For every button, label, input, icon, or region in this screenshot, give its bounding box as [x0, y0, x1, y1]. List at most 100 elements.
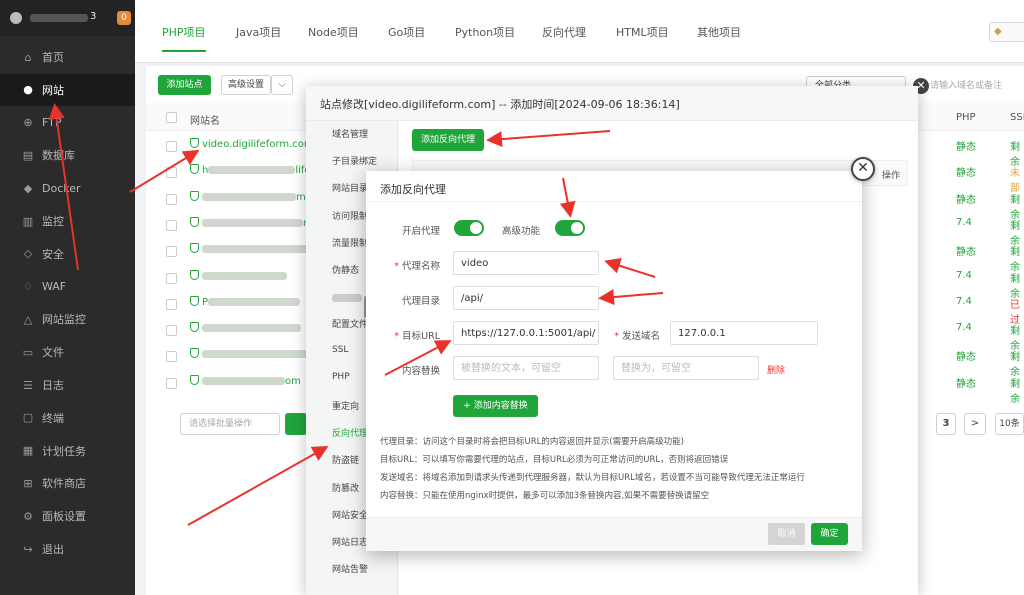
proxy-name-input[interactable]: video [453, 251, 599, 275]
confirm-button[interactable]: 确定 [811, 523, 848, 545]
row-checkbox[interactable] [166, 167, 177, 179]
tab-python[interactable]: Python项目 [455, 24, 515, 40]
sidebar-item-13[interactable]: ⊞ 软件商店 [0, 467, 135, 499]
send-domain-input[interactable]: 127.0.0.1 [670, 321, 818, 345]
row-checkbox[interactable] [166, 246, 177, 258]
php-version[interactable]: 静态 [956, 138, 976, 153]
site-nav-item[interactable]: 防盗链 [332, 453, 359, 466]
tab-html[interactable]: HTML项目 [616, 24, 669, 40]
row-checkbox[interactable] [166, 325, 177, 337]
site-nav-item[interactable]: 域名管理 [332, 127, 368, 140]
php-version[interactable]: 7.4 [956, 296, 972, 307]
sidebar-item-4[interactable]: ◆ Docker [0, 172, 135, 204]
sidebar-item-10[interactable]: ☰ 日志 [0, 369, 135, 401]
site-nav-item[interactable]: 配置文件 [332, 317, 368, 330]
sidebar-item-2[interactable]: ⊕ FTP [0, 107, 135, 139]
add-site-button[interactable]: 添加站点 [158, 75, 211, 95]
php-version[interactable]: 静态 [956, 164, 976, 179]
site-nav-item[interactable]: 防篡改 [332, 481, 359, 494]
php-version[interactable]: 7.4 [956, 322, 972, 333]
tab-go[interactable]: Go项目 [388, 24, 425, 40]
table-row-site[interactable]: video.digilifeform.com [190, 138, 314, 150]
site-nav-item[interactable] [332, 294, 362, 303]
sidebar-item-7[interactable]: ♢ WAF [0, 271, 135, 303]
site-name[interactable]: video.digilifeform.com [202, 139, 314, 150]
replace-to-input[interactable]: 替换为，可留空 [613, 356, 759, 380]
per-page-select[interactable]: 10条 [995, 413, 1024, 435]
sidebar-item-14[interactable]: ⚙ 面板设置 [0, 500, 135, 532]
site-nav-item[interactable]: PHP [332, 372, 350, 382]
host-mask [30, 14, 88, 22]
php-version[interactable]: 静态 [956, 243, 976, 258]
chevron-down-icon[interactable]: ⌵ [271, 75, 293, 95]
site-nav-item[interactable]: 网站目录 [332, 181, 368, 194]
row-checkbox[interactable] [166, 377, 177, 389]
site-nav-item[interactable]: SSL [332, 345, 348, 355]
sidebar-item-12[interactable]: ▦ 计划任务 [0, 435, 135, 467]
tab-php[interactable]: PHP项目 [162, 24, 206, 40]
target-url-input[interactable]: https://127.0.0.1:5001/api/ [453, 321, 599, 345]
row-checkbox[interactable] [166, 351, 177, 363]
site-nav-item[interactable]: 流量限制 [332, 236, 368, 249]
enable-proxy-toggle[interactable] [454, 220, 484, 236]
php-version[interactable]: 静态 [956, 348, 976, 363]
table-row-site[interactable] [190, 322, 301, 334]
table-row-site[interactable] [190, 269, 287, 282]
sidebar-item-5[interactable]: ▥ 监控 [0, 205, 135, 237]
ssl-status[interactable]: 剩余 [1010, 375, 1024, 405]
site-nav-item[interactable]: 伪静态 [332, 263, 359, 276]
php-version[interactable]: 静态 [956, 191, 976, 206]
page-3[interactable]: 3 [936, 413, 956, 435]
add-content-replace-button[interactable]: + 添加内容替换 [453, 395, 538, 417]
cancel-button[interactable]: 取消 [768, 523, 805, 545]
sidebar-item-3[interactable]: ▤ 数据库 [0, 139, 135, 171]
advanced-toggle[interactable] [555, 220, 585, 236]
proxy-dir-input[interactable]: /api/ [453, 286, 599, 310]
tab-other[interactable]: 其他项目 [697, 24, 741, 40]
row-checkbox[interactable] [166, 272, 177, 284]
tab-node[interactable]: Node项目 [308, 24, 359, 40]
site-nav-item[interactable]: 重定向 [332, 399, 359, 412]
tab-reverse-proxy[interactable]: 反向代理 [542, 24, 586, 40]
table-row-site[interactable]: m.c [190, 190, 314, 203]
sidebar-item-6[interactable]: ◇ 安全 [0, 238, 135, 270]
batch-select[interactable]: 请选择批量操作 [180, 413, 280, 435]
sidebar-item-9[interactable]: ▭ 文件 [0, 336, 135, 368]
search-input[interactable]: 请输入域名或备注 [930, 78, 1002, 91]
site-nav-item[interactable]: 网站日志 [332, 535, 368, 548]
row-checkbox[interactable] [166, 193, 177, 205]
tab-java[interactable]: Java项目 [236, 24, 281, 40]
table-row-site[interactable]: P [190, 295, 301, 308]
table-row-site[interactable]: m [190, 216, 313, 229]
select-all-checkbox[interactable] [166, 112, 177, 123]
notification-badge[interactable]: 0 [117, 11, 131, 25]
sidebar-item-8[interactable]: △ 网站监控 [0, 303, 135, 335]
page-next[interactable]: > [964, 413, 986, 435]
php-version[interactable]: 静态 [956, 375, 976, 390]
add-reverse-proxy-button[interactable]: 添加反向代理 [412, 129, 484, 151]
row-checkbox[interactable] [166, 219, 177, 231]
sidebar-item-15[interactable]: ↪ 退出 [0, 533, 135, 565]
advanced-settings-button[interactable]: 高级设置 [221, 75, 271, 95]
table-row-site[interactable] [190, 243, 310, 255]
logout-icon: ↪ [23, 542, 33, 556]
site-nav-item[interactable]: 访问限制 [332, 209, 368, 222]
sidebar-item-0[interactable]: ⌂ 首页 [0, 41, 135, 73]
row-checkbox[interactable] [166, 298, 177, 310]
site-nav-item[interactable]: 网站安全 [332, 508, 368, 521]
site-nav-item[interactable]: 网站告警 [332, 562, 368, 575]
row-checkbox[interactable] [166, 141, 177, 152]
table-row-site[interactable]: om [190, 374, 301, 387]
site-nav-item[interactable]: 反向代理 [332, 426, 368, 439]
vip-badge[interactable]: ◆ [989, 22, 1024, 42]
sidebar-item-label: WAF [42, 280, 67, 294]
sidebar-item-11[interactable]: ▢ 终端 [0, 402, 135, 434]
site-nav-item[interactable]: 子目录绑定 [332, 154, 377, 167]
sidebar-item-1[interactable]: ● 网站 [0, 73, 135, 106]
php-version[interactable]: 7.4 [956, 217, 972, 228]
php-version[interactable]: 7.4 [956, 270, 972, 281]
batch-run-button[interactable] [285, 413, 307, 435]
delete-replace-link[interactable]: 删除 [767, 363, 785, 376]
close-icon[interactable]: ✕ [851, 157, 875, 181]
replace-from-input[interactable]: 被替换的文本，可留空 [453, 356, 599, 380]
